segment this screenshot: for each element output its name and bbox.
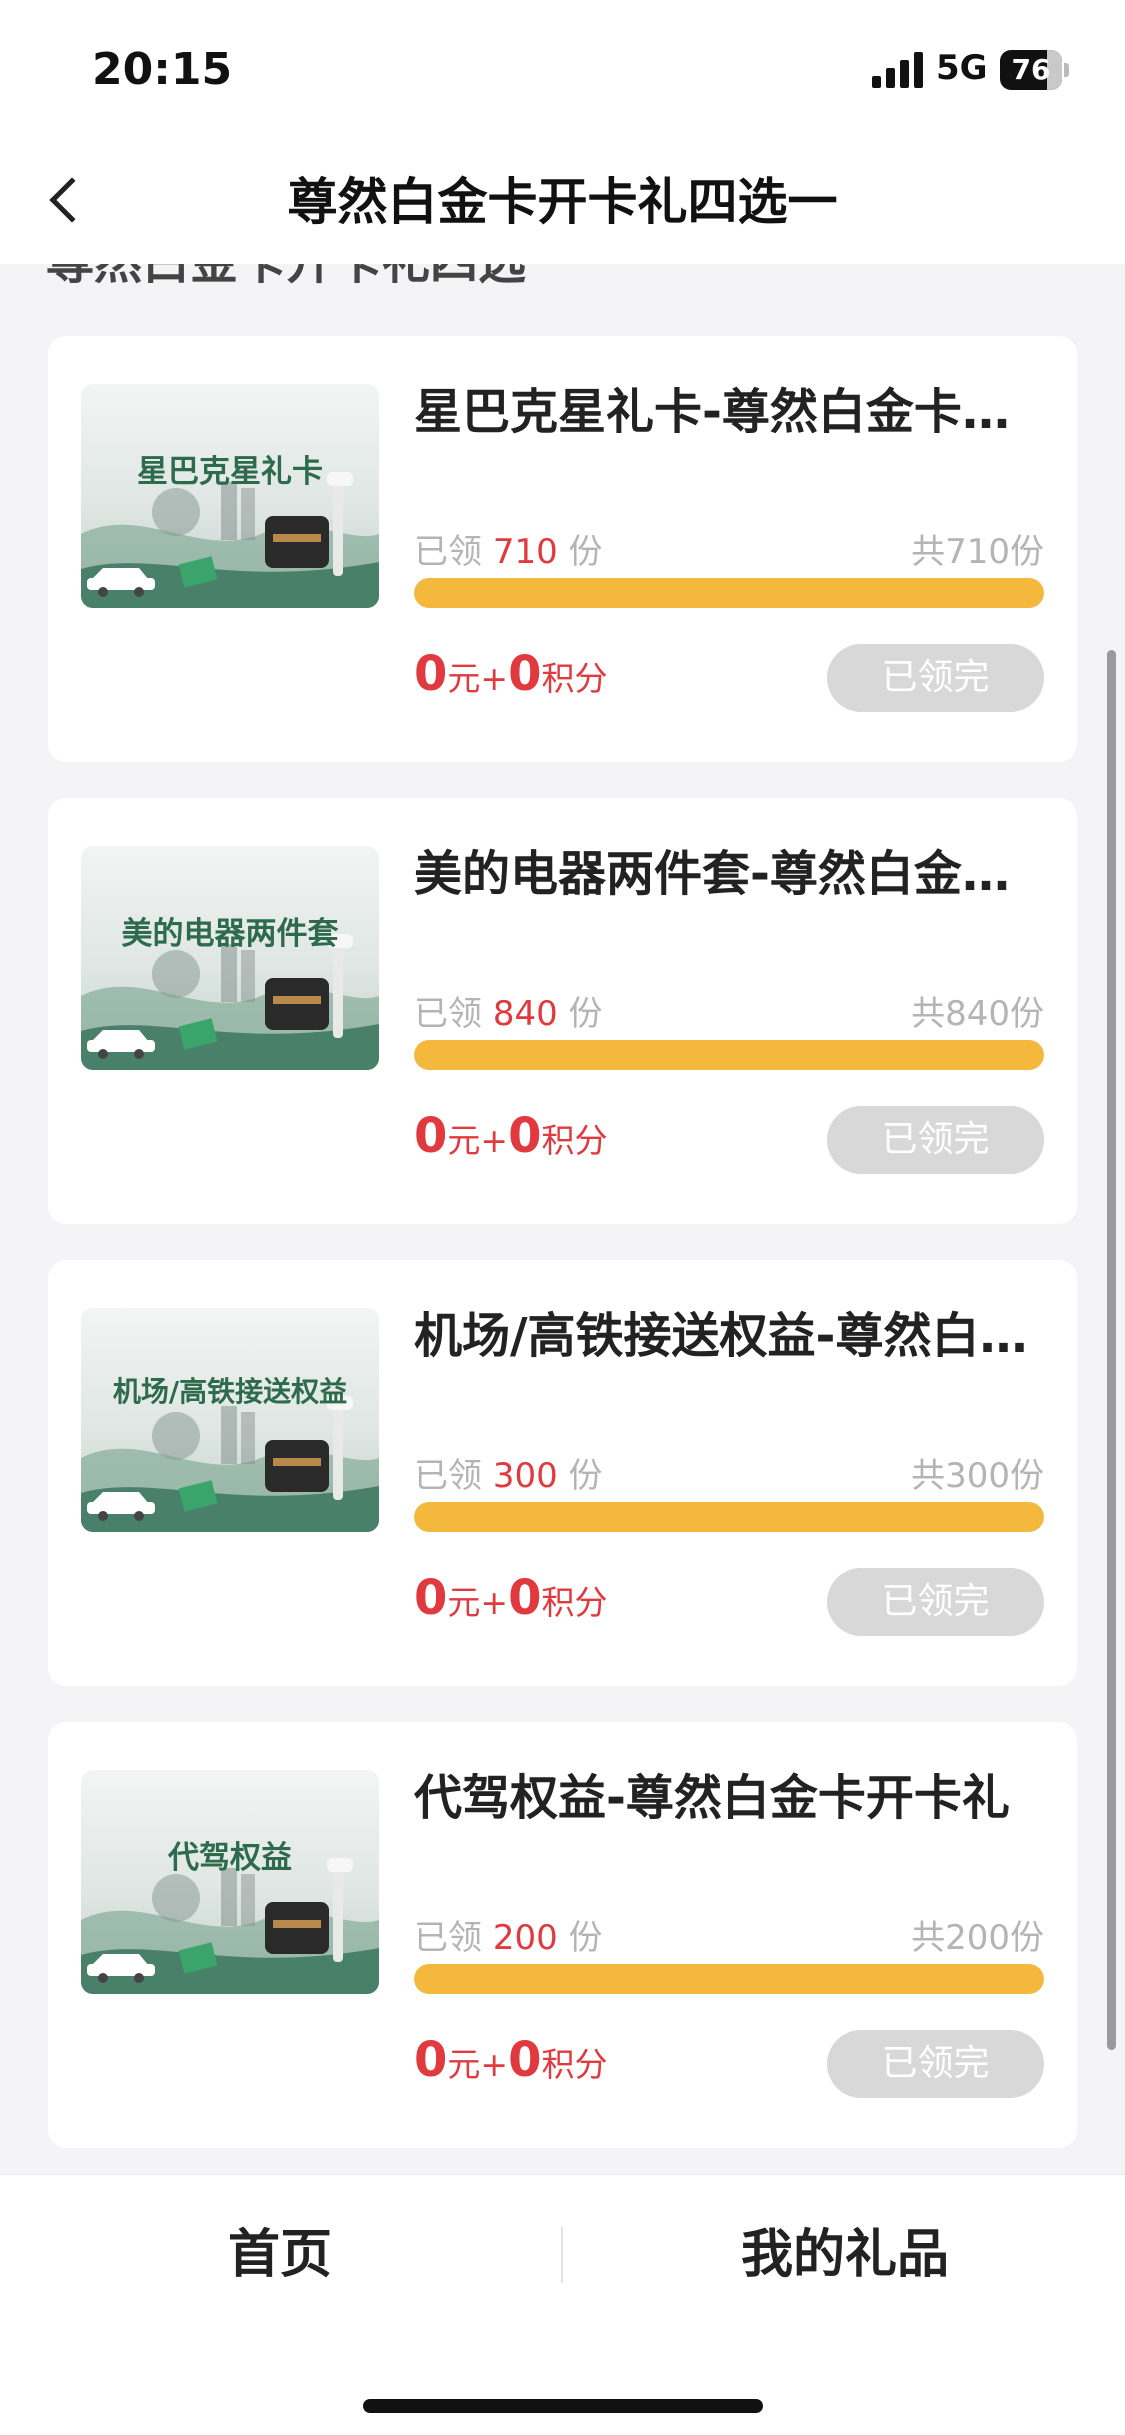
tab-bar: 首页 我的礼品 bbox=[0, 2174, 1125, 2435]
back-button[interactable] bbox=[30, 160, 110, 240]
price: 0元+0积分 bbox=[414, 1570, 607, 1626]
thumbnail-label: 代驾权益 bbox=[168, 1840, 292, 1876]
price-points-unit: 积分 bbox=[541, 659, 608, 698]
progress-fill bbox=[414, 1502, 1044, 1532]
gift-card[interactable]: 美的电器两件套 美的电器两件套-尊然白金卡开卡礼已领 840 份 共840份 0元+0… bbox=[48, 798, 1077, 1224]
battery-icon: 76 bbox=[1000, 50, 1070, 90]
gift-title[interactable]: 美的电器两件套-尊然白金卡开卡礼 bbox=[414, 834, 1044, 914]
claimed-prefix: 已领 bbox=[414, 1456, 482, 1496]
claimed-prefix: 已领 bbox=[414, 532, 482, 572]
gift-card[interactable]: 星巴克星礼卡 星巴克星礼卡-尊然白金卡开卡礼 已领 710 份共710份 0元+0积分… bbox=[48, 336, 1077, 762]
chevron-left-icon bbox=[49, 177, 95, 223]
sold-out-button[interactable]: 已领完 bbox=[827, 2030, 1044, 2098]
price-yuan-unit: 元+ bbox=[447, 659, 509, 698]
price-points: 0 bbox=[508, 646, 542, 702]
battery-level: 76 bbox=[1011, 53, 1051, 86]
progress-bar bbox=[414, 1502, 1044, 1532]
price-yuan: 0 bbox=[414, 1108, 448, 1164]
sold-out-button[interactable]: 已领完 bbox=[827, 1106, 1044, 1174]
price-points: 0 bbox=[508, 1570, 542, 1626]
price: 0元+0积分 bbox=[414, 2032, 607, 2088]
page-title: 尊然白金卡开卡礼四选一 bbox=[287, 173, 838, 231]
price-yuan: 0 bbox=[414, 646, 448, 702]
status-bar: 20:15 5G 76 bbox=[0, 0, 1125, 140]
gift-title[interactable]: 星巴克星礼卡-尊然白金卡开卡礼 bbox=[414, 372, 1044, 452]
price-points-unit: 积分 bbox=[541, 1121, 608, 1160]
gift-thumbnail[interactable]: 美的电器两件套 bbox=[81, 846, 379, 1070]
progress-bar bbox=[414, 578, 1044, 608]
total-count: 共710份 bbox=[911, 532, 1044, 572]
scrollbar[interactable] bbox=[1107, 650, 1116, 2050]
home-indicator bbox=[363, 2399, 763, 2413]
claimed-suffix: 份 bbox=[568, 994, 603, 1034]
claimed-prefix: 已领 bbox=[414, 1918, 482, 1958]
gift-title[interactable]: 代驾权益-尊然白金卡开卡礼 bbox=[414, 1758, 1044, 1838]
gift-card[interactable]: 机场/高铁接送权益 机场/高铁接送权益-尊然白金卡开卡礼已领 300 份 共300份… bbox=[48, 1260, 1077, 1686]
price-points-unit: 积分 bbox=[541, 1583, 608, 1622]
section-title: 尊然白金卡开卡礼四选一 bbox=[46, 264, 574, 292]
signal-icon bbox=[872, 52, 923, 88]
tab-home[interactable]: 首页 bbox=[0, 2175, 560, 2335]
claimed-info: 已领 300 份 bbox=[414, 1448, 603, 1497]
sold-out-button[interactable]: 已领完 bbox=[827, 644, 1044, 712]
claimed-info: 已领 200 份 bbox=[414, 1910, 603, 1959]
price: 0元+0积分 bbox=[414, 1108, 607, 1164]
network-type: 5G bbox=[936, 48, 988, 88]
progress-bar bbox=[414, 1040, 1044, 1070]
claimed-suffix: 份 bbox=[568, 532, 603, 572]
price-yuan-unit: 元+ bbox=[447, 1121, 509, 1160]
claimed-suffix: 份 bbox=[568, 1456, 603, 1496]
price-yuan: 0 bbox=[414, 1570, 448, 1626]
claimed-prefix: 已领 bbox=[414, 994, 482, 1034]
status-time: 20:15 bbox=[92, 44, 233, 95]
total-count: 共840份 bbox=[911, 994, 1044, 1034]
sold-out-button[interactable]: 已领完 bbox=[827, 1568, 1044, 1636]
price-points: 0 bbox=[508, 1108, 542, 1164]
thumbnail-label: 星巴克星礼卡 bbox=[137, 454, 323, 490]
total-count: 共200份 bbox=[911, 1918, 1044, 1958]
price-yuan: 0 bbox=[414, 2032, 448, 2088]
claimed-info: 已领 710 份 bbox=[414, 524, 603, 573]
gift-card[interactable]: 代驾权益 代驾权益-尊然白金卡开卡礼 已领 200 份共200份 0元+0积分 已领完 bbox=[48, 1722, 1077, 2148]
gift-title[interactable]: 机场/高铁接送权益-尊然白金卡开卡礼 bbox=[414, 1296, 1044, 1376]
thumbnail-label: 美的电器两件套 bbox=[121, 916, 339, 952]
claimed-info: 已领 840 份 bbox=[414, 986, 603, 1035]
tab-my-gifts[interactable]: 我的礼品 bbox=[565, 2175, 1125, 2335]
gift-thumbnail[interactable]: 代驾权益 bbox=[81, 1770, 379, 1994]
progress-fill bbox=[414, 578, 1044, 608]
thumbnail-label: 机场/高铁接送权益 bbox=[112, 1375, 348, 1408]
gift-thumbnail[interactable]: 星巴克星礼卡 bbox=[81, 384, 379, 608]
price-yuan-unit: 元+ bbox=[447, 2045, 509, 2084]
progress-fill bbox=[414, 1964, 1044, 1994]
claimed-count: 840 bbox=[492, 994, 558, 1034]
claimed-count: 200 bbox=[492, 1918, 558, 1958]
price-yuan-unit: 元+ bbox=[447, 1583, 509, 1622]
price-points-unit: 积分 bbox=[541, 2045, 608, 2084]
total-count: 共300份 bbox=[911, 1456, 1044, 1496]
nav-bar: 尊然白金卡开卡礼四选一 bbox=[0, 140, 1125, 264]
claimed-suffix: 份 bbox=[568, 1918, 603, 1958]
gift-thumbnail[interactable]: 机场/高铁接送权益 bbox=[81, 1308, 379, 1532]
gift-list[interactable]: 尊然白金卡开卡礼四选一 星巴克星礼卡 星巴克星礼卡-尊然白金卡开卡礼已领 710 … bbox=[0, 264, 1125, 2174]
price-points: 0 bbox=[508, 2032, 542, 2088]
claimed-count: 710 bbox=[492, 532, 558, 572]
claimed-count: 300 bbox=[492, 1456, 558, 1496]
progress-bar bbox=[414, 1964, 1044, 1994]
progress-fill bbox=[414, 1040, 1044, 1070]
tab-divider bbox=[561, 2227, 563, 2283]
price: 0元+0积分 bbox=[414, 646, 607, 702]
